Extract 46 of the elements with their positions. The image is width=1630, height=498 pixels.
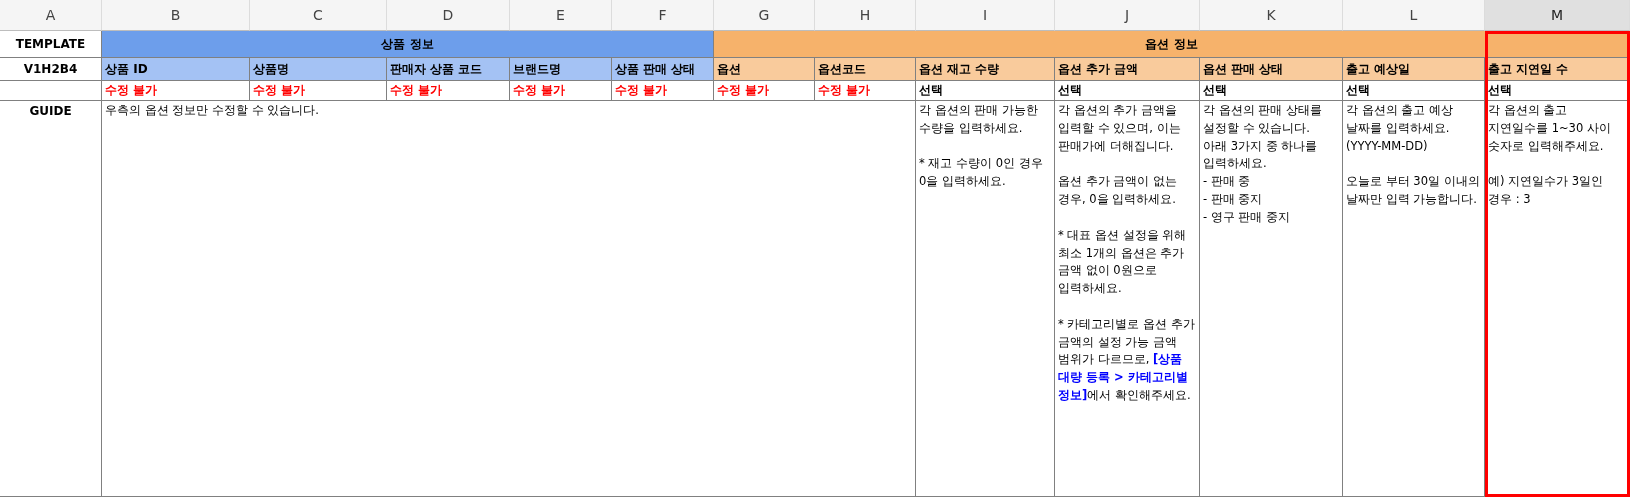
table-cell: 수정 불가 [815,81,916,101]
column-header[interactable]: E [510,0,612,31]
field-header-cell: 브랜드명 [510,58,612,81]
field-header-cell: 옵션 재고 수량 [916,58,1055,81]
column-header[interactable]: C [250,0,387,31]
field-header-cell: 판매자 상품 코드 [387,58,510,81]
column-header[interactable]: K [1200,0,1343,31]
table-cell: 선택 [916,81,1055,101]
table-cell: 선택 [1485,81,1630,101]
field-header-cell: 옵션 추가 금액 [1055,58,1200,81]
field-header-cell: 상품명 [250,58,387,81]
guide-text: 각 옵션의 출고 예상 날짜를 입력하세요. (YYYY-MM-DD) 오늘로 부터 30일 이내의 날짜만 입력 가능합니다. [1343,101,1485,497]
group-header-cell: 옵션 정보 [714,31,1630,58]
column-header[interactable]: M [1485,0,1630,31]
guide-text: 각 옵션의 출고 지연일수를 1~30 사이 숫자로 입력해주세요. 예) 지연일수가 3일인 경우 : 3 [1485,101,1630,497]
column-header[interactable]: F [612,0,714,31]
column-header[interactable]: B [102,0,250,31]
guide-text: 각 옵션의 판매 가능한 수량을 입력하세요. * 재고 수량이 0인 경우 0을 입력하세요. [916,101,1055,497]
column-header[interactable]: G [714,0,815,31]
group-header-cell: 상품 정보 [102,31,714,58]
table-cell: 수정 불가 [250,81,387,101]
field-header-cell: 옵션코드 [815,58,916,81]
table-cell: 수정 불가 [387,81,510,101]
table-cell: 선택 [1200,81,1343,101]
column-header[interactable]: D [387,0,510,31]
table-cell: 선택 [1055,81,1200,101]
column-header[interactable]: J [1055,0,1200,31]
field-header-cell: 상품 판매 상태 [612,58,714,81]
guide-text: 각 옵션의 추가 금액을 입력할 수 있으며, 이는 판매가에 더해집니다. 옵션 추가 금액이 없는 경우, 0을 입력하세요. * 대표 옵션 설정을 위해 최소 1개의 옵션은 추가 금액 없이 0원으로 입력하세요. * 카테고리별로 옵션 추가 금액의 설정 가능 금액 범위가 다르므로, [상품 대량 등록 > 카테고리별 정보]에서 확인해주세요. [1055,101,1200,497]
field-header-cell: 옵션 [714,58,815,81]
column-header[interactable]: L [1343,0,1485,31]
column-header[interactable]: A [0,0,102,31]
column-header[interactable]: H [815,0,916,31]
guide-text: 우측의 옵션 정보만 수정할 수 있습니다. [102,101,916,497]
table-cell: 수정 불가 [102,81,250,101]
field-header-cell: 출고 지연일 수 [1485,58,1630,81]
table-cell: 선택 [1343,81,1485,101]
field-header-cell: 출고 예상일 [1343,58,1485,81]
field-header-cell: 상품 ID [102,58,250,81]
column-header[interactable]: I [916,0,1055,31]
field-header-cell: 옵션 판매 상태 [1200,58,1343,81]
row-label: GUIDE [0,101,102,497]
table-cell: 수정 불가 [612,81,714,101]
table-cell: 수정 불가 [714,81,815,101]
guide-text: 각 옵션의 판매 상태를 설정할 수 있습니다. 아래 3가지 중 하나를 입력하세요. - 판매 중 - 판매 중지 - 영구 판매 중지 [1200,101,1343,497]
table-cell: 수정 불가 [510,81,612,101]
